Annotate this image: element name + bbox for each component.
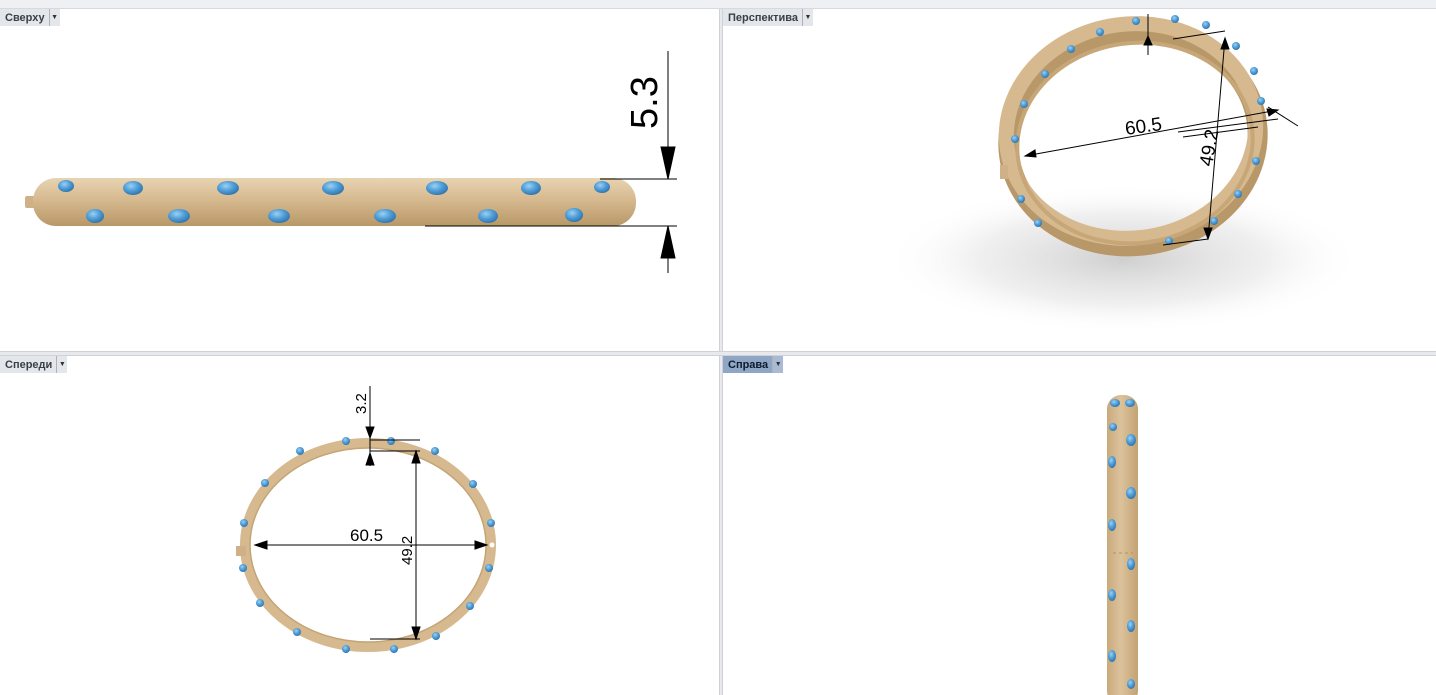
triangle-down-icon[interactable]: ▼	[49, 9, 60, 26]
dimension-width-label: 60.5	[1124, 114, 1164, 140]
front-view-canvas[interactable]: 3.2 60.5 49.2	[0, 356, 719, 695]
ground-shadow	[883, 184, 1363, 334]
bangle-side	[1107, 395, 1138, 695]
dimension-height-label: 49.2	[399, 536, 416, 565]
top-view-canvas[interactable]: 5.3	[0, 9, 719, 351]
triangle-down-icon[interactable]: ▼	[773, 356, 784, 373]
dimension-width-label: 60.5	[350, 526, 383, 545]
viewport-tab-front[interactable]: Спереди ▼	[0, 356, 68, 373]
triangle-down-icon[interactable]: ▼	[803, 9, 814, 26]
viewport-tab-perspective[interactable]: Перспектива ▼	[723, 9, 814, 26]
dimension-lines	[253, 386, 489, 641]
perspective-canvas[interactable]: 60.5 49.2	[723, 9, 1436, 351]
viewport-tab-top[interactable]: Сверху ▼	[0, 9, 60, 26]
viewport-tab-right[interactable]: Справа ▼	[723, 356, 784, 373]
triangle-down-icon[interactable]: ▼	[57, 356, 68, 373]
viewport-title[interactable]: Справа	[723, 356, 774, 373]
viewport-right[interactable]: Справа ▼	[723, 356, 1436, 695]
viewport-top[interactable]: Сверху ▼ 5.3	[0, 9, 719, 351]
dimension-label: 5.3	[624, 76, 666, 129]
viewport-title[interactable]: Спереди	[0, 356, 58, 373]
top-strip	[0, 0, 1436, 9]
dimension-thickness-label: 3.2	[353, 393, 370, 414]
viewport-perspective[interactable]: Перспектива ▼ 60.5 49.2	[723, 9, 1436, 351]
dimension-height-label: 49.2	[1196, 128, 1223, 168]
right-view-canvas[interactable]	[723, 356, 1436, 695]
viewport-splitter-horizontal[interactable]	[0, 351, 1436, 356]
viewport-front[interactable]: Спереди ▼ 3.2 60.5 49.2	[0, 356, 719, 695]
bangle-top-profile	[25, 178, 636, 226]
viewport-title[interactable]: Перспектива	[723, 9, 804, 26]
viewport-title[interactable]: Сверху	[0, 9, 50, 26]
